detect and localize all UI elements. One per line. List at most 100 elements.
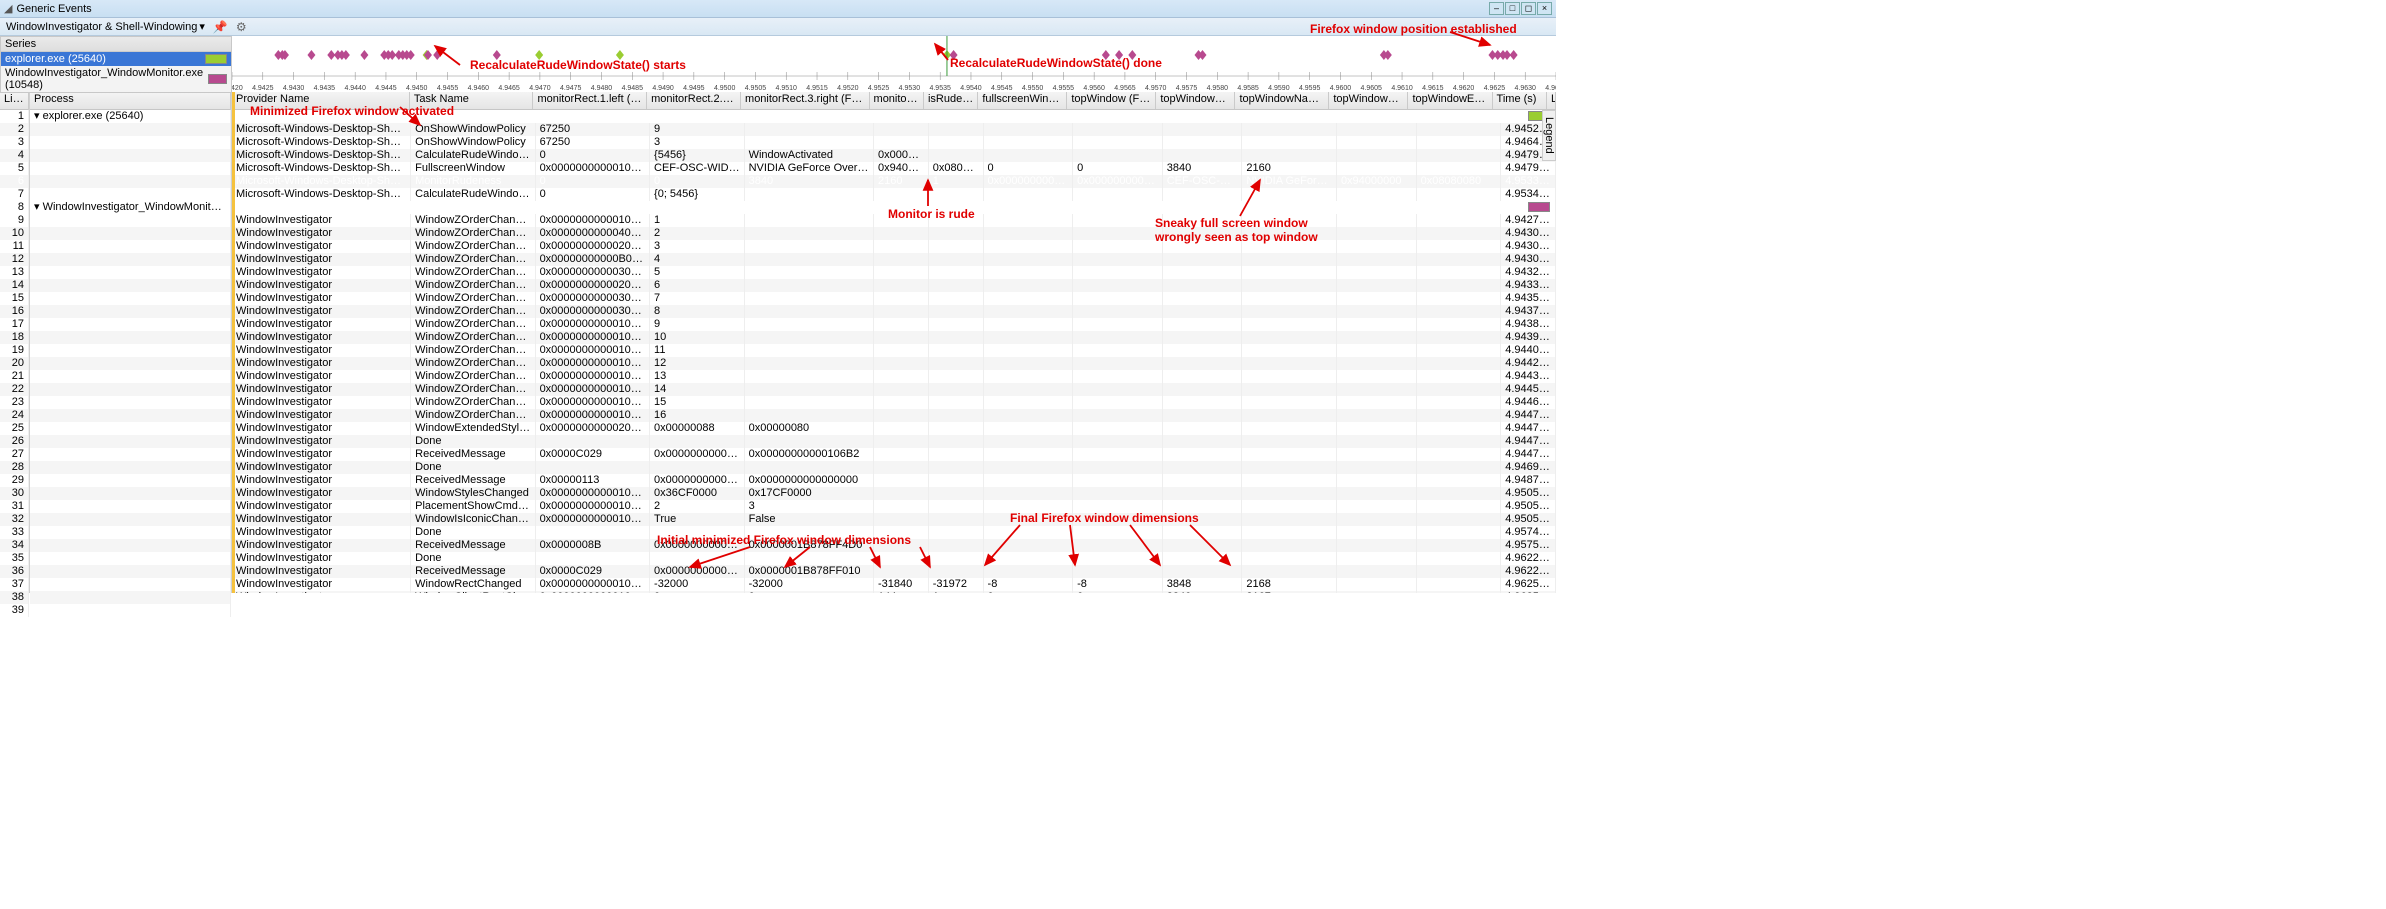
cell-m1: 0 (536, 149, 650, 162)
table-row[interactable]: WindowInvestigatorWindowZOrderChanged0x0… (232, 266, 1556, 279)
table-row[interactable]: WindowInvestigatorWindowZOrderChanged0x0… (232, 292, 1556, 305)
cell-ts: 4.950591000 (1501, 487, 1556, 500)
hdr-m1[interactable]: monitorRect.1.left (Field 1) (533, 92, 647, 109)
cell-twc (1163, 227, 1243, 240)
cell-tws (1337, 136, 1417, 149)
hdr-fw[interactable]: fullscreenWindow (Fi... (978, 92, 1067, 109)
gear-icon[interactable]: ⚙ (236, 20, 247, 34)
table-row[interactable]: WindowInvestigatorWindowZOrderChanged0x0… (232, 357, 1556, 370)
table-row[interactable]: WindowInvestigatorWindowZOrderChanged0x0… (232, 383, 1556, 396)
pin-icon[interactable]: 📌 (213, 20, 228, 34)
cell-tn: ReceivedMessage (411, 474, 535, 487)
table-row[interactable]: WindowInvestigatorWindowZOrderChanged0x0… (232, 370, 1556, 383)
cell-twc (1163, 539, 1243, 552)
table-row[interactable]: Microsoft-Windows-Desktop-Shell-Windowin… (232, 175, 1556, 188)
table-row[interactable]: WindowInvestigatorDone4.944757770 (232, 435, 1556, 448)
hdr-process[interactable]: Process (30, 92, 231, 110)
table-row[interactable]: Microsoft-Windows-Desktop-Shell-Windowin… (232, 123, 1556, 136)
svg-text:4.9425: 4.9425 (252, 85, 274, 92)
table-row[interactable]: WindowInvestigatorReceivedMessage0x0000C… (232, 565, 1556, 578)
table-row[interactable]: WindowInvestigatorReceivedMessage0x00000… (232, 474, 1556, 487)
timeline[interactable]: 4.94204.94254.94304.94354.94404.94454.94… (232, 36, 1556, 92)
hdr-tws[interactable]: topWindowStyle (... (1329, 92, 1408, 109)
min-icon[interactable]: – (1489, 2, 1504, 15)
cell-twc (1163, 279, 1243, 292)
cell-ir (929, 552, 984, 565)
process-group[interactable]: ▾ explorer.exe (25640) (30, 110, 231, 123)
cell-fw (984, 461, 1074, 474)
table-row[interactable]: WindowInvestigatorDone4.962213700 (232, 552, 1556, 565)
cell-twc (1163, 136, 1243, 149)
table-row[interactable]: WindowInvestigatorReceivedMessage0x0000C… (232, 448, 1556, 461)
table-row[interactable]: WindowInvestigatorWindowZOrderChanged0x0… (232, 344, 1556, 357)
cell-fw (984, 500, 1074, 513)
max-icon[interactable]: ◻ (1521, 2, 1536, 15)
cell-tn: WindowRectChanged (411, 578, 535, 591)
collapse-icon[interactable]: ◢ (4, 2, 12, 15)
hdr-ts[interactable]: Time (s) (1493, 92, 1547, 109)
table-row[interactable]: WindowInvestigatorReceivedMessage0x00000… (232, 539, 1556, 552)
table-row[interactable]: Microsoft-Windows-Desktop-Shell-Windowin… (232, 136, 1556, 149)
cell-fw: 0x000000000001045E (984, 175, 1074, 188)
table-row[interactable]: WindowInvestigatorPlacementShowCmdChange… (232, 500, 1556, 513)
cell-tws (1337, 227, 1417, 240)
table-row[interactable]: WindowInvestigatorWindowExtendedStylesCh… (232, 422, 1556, 435)
table-row[interactable]: WindowInvestigatorWindowZOrderChanged0x0… (232, 279, 1556, 292)
table-row[interactable]: WindowInvestigatorWindowZOrderChanged0x0… (232, 227, 1556, 240)
table-row[interactable]: WindowInvestigatorWindowZOrderChanged0x0… (232, 331, 1556, 344)
hdr-m4[interactable]: monitorRe... (870, 92, 924, 109)
restore-icon[interactable]: □ (1505, 2, 1520, 15)
table-row[interactable]: WindowInvestigatorWindowZOrderChanged0x0… (232, 240, 1556, 253)
hdr-line[interactable]: Line # (0, 92, 29, 110)
hdr-twc[interactable]: topWindowClass... (1156, 92, 1235, 109)
table-row[interactable]: WindowInvestigatorDone4.957480600 (232, 526, 1556, 539)
cell-twc (1163, 422, 1243, 435)
cell-tn: WindowIsIconicChanged (411, 513, 535, 526)
table-row[interactable]: WindowInvestigatorWindowIsIconicChanged0… (232, 513, 1556, 526)
table-row[interactable]: WindowInvestigatorWindowClientRectChange… (232, 591, 1556, 593)
hdr-twe[interactable]: topWindowExStyle (... (1408, 92, 1492, 109)
cell-ts: 4.944668900 (1501, 396, 1556, 409)
cell-ir (929, 474, 984, 487)
table-row[interactable]: Microsoft-Windows-Desktop-Shell-Windowin… (232, 149, 1556, 162)
hdr-twn[interactable]: topWindowName (Fiel... (1235, 92, 1329, 109)
series-item[interactable]: explorer.exe (25640) (1, 52, 231, 66)
hdr-pn[interactable]: Provider Name (232, 92, 410, 109)
cell-tw (1073, 279, 1163, 292)
hdr-legend[interactable]: Legend (1547, 92, 1556, 109)
table-row[interactable]: WindowInvestigatorWindowRectChanged0x000… (232, 578, 1556, 591)
tab-title[interactable]: WindowInvestigator & Shell-Windowing (6, 21, 197, 33)
cell-m2: 0x0000000000008004 (650, 448, 745, 461)
table-row[interactable]: Microsoft-Windows-Desktop-Shell-Windowin… (232, 188, 1556, 201)
cell-m1: 0x00000000000106B2 (536, 591, 650, 593)
cell-fw (984, 487, 1074, 500)
table-row[interactable]: WindowInvestigatorWindowZOrderChanged0x0… (232, 409, 1556, 422)
hdr-ir[interactable]: isRude (Fie... (924, 92, 978, 109)
process-group[interactable]: ▾ WindowInvestigator_WindowMonitor.exe (… (30, 201, 231, 214)
cell-m3 (745, 253, 874, 266)
series-item[interactable]: WindowInvestigator_WindowMonitor.exe (10… (1, 66, 231, 92)
hdr-tw[interactable]: topWindow (Field 7) (1067, 92, 1156, 109)
hdr-m2[interactable]: monitorRect.2.top (Fiel... (647, 92, 741, 109)
table-row[interactable]: WindowInvestigatorWindowStylesChanged0x0… (232, 487, 1556, 500)
hdr-m3[interactable]: monitorRect.3.right (Field 3) (741, 92, 870, 109)
table-row[interactable]: WindowInvestigatorWindowZOrderChanged0x0… (232, 253, 1556, 266)
chevron-down-icon[interactable]: ▾ (199, 20, 205, 33)
cell-twc (1163, 448, 1243, 461)
cell-ir (929, 188, 984, 201)
svg-text:4.9450: 4.9450 (406, 85, 428, 92)
table-row[interactable]: WindowInvestigatorWindowZOrderChanged0x0… (232, 318, 1556, 331)
cell-m4 (874, 487, 929, 500)
table-row[interactable]: WindowInvestigatorWindowZOrderChanged0x0… (232, 214, 1556, 227)
legend-tab[interactable]: Legend (1542, 110, 1556, 161)
close-icon[interactable]: × (1537, 2, 1552, 15)
table-row[interactable]: WindowInvestigatorWindowZOrderChanged0x0… (232, 305, 1556, 318)
table-row[interactable]: WindowInvestigatorWindowZOrderChanged0x0… (232, 396, 1556, 409)
cell-twc (1163, 474, 1243, 487)
cell-twn: NVIDIA GeForce Overlay (1242, 175, 1337, 188)
cell-ts: 4.957480600 (1501, 526, 1556, 539)
table-row[interactable]: Microsoft-Windows-Desktop-Shell-Windowin… (232, 162, 1556, 175)
svg-text:4.9480: 4.9480 (591, 85, 613, 92)
table-row[interactable]: WindowInvestigatorDone4.946927600 (232, 461, 1556, 474)
hdr-tn[interactable]: Task Name (410, 92, 534, 109)
